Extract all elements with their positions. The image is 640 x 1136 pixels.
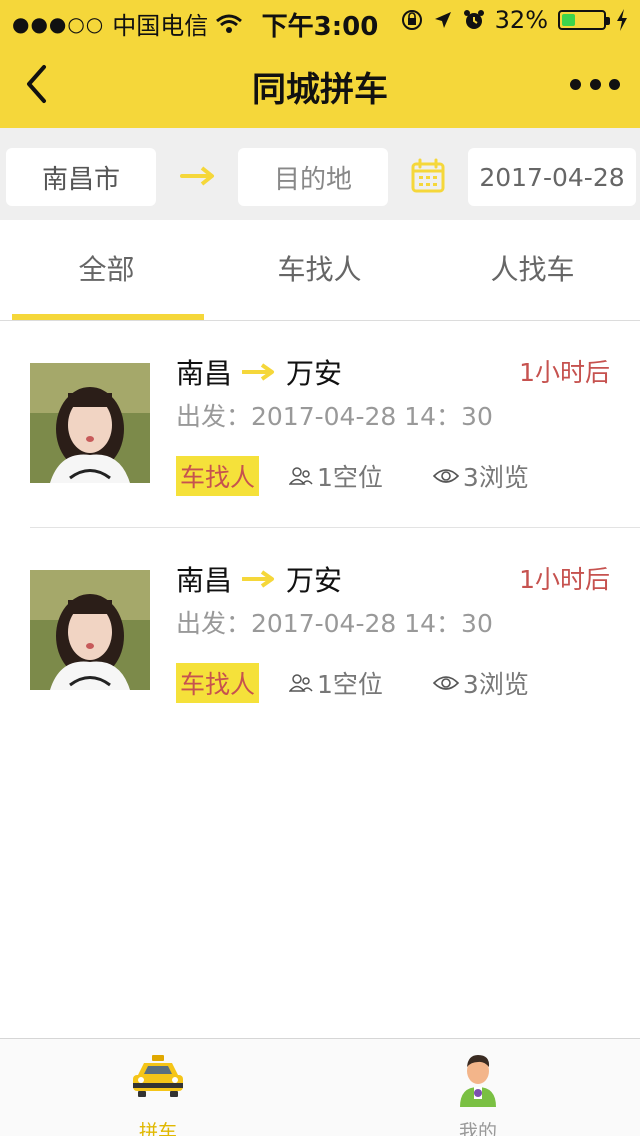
header: ●●●○○ 中国电信 下午3:00 32% 同城拼车 xyxy=(0,0,640,128)
relative-time: 1小时后 xyxy=(519,565,610,594)
bottom-tab-mine[interactable]: 我的 xyxy=(418,1049,538,1136)
list-item[interactable]: 南昌 万安 出发：2017-04-28 14：30 车找人 1空位 3浏览 1小… xyxy=(30,527,640,733)
route-destination: 万安 xyxy=(286,357,343,390)
orientation-lock-icon xyxy=(401,10,422,30)
route-destination: 万安 xyxy=(286,564,343,597)
location-arrow-icon xyxy=(434,12,451,28)
origin-city-selector[interactable]: 南昌市 xyxy=(6,148,156,206)
alarm-clock-icon xyxy=(463,10,484,29)
charging-bolt-icon xyxy=(617,9,627,31)
filter-bar: 南昌市 目的地 2017-04-28 xyxy=(0,128,640,220)
calendar-icon[interactable] xyxy=(410,158,446,194)
bottom-tab-label: 我的 xyxy=(458,1121,497,1136)
route-origin: 南昌 xyxy=(176,357,233,390)
list-item[interactable]: 南昌 万安 出发：2017-04-28 14：30 车找人 1空位 3浏览 1小… xyxy=(0,321,640,527)
eye-icon xyxy=(432,469,459,483)
route-origin: 南昌 xyxy=(176,564,233,597)
taxi-icon xyxy=(133,1055,183,1097)
tab-passenger-seeking-car[interactable]: 人找车 xyxy=(426,248,639,288)
tab-car-seeking-passenger[interactable]: 车找人 xyxy=(213,248,426,288)
category-tabs: 全部 车找人 人找车 xyxy=(0,220,640,321)
view-count: 3浏览 xyxy=(462,670,529,699)
avatar-photo xyxy=(30,570,150,690)
arrow-right-icon xyxy=(180,166,214,186)
eye-icon xyxy=(432,676,459,690)
nav-bar: 同城拼车 xyxy=(0,40,640,128)
bottom-tab-carpool[interactable]: 拼车 xyxy=(98,1049,218,1136)
avatar-photo xyxy=(30,363,150,483)
seat-count: 1空位 xyxy=(317,670,383,699)
battery-icon xyxy=(558,10,610,30)
bottom-tab-label: 拼车 xyxy=(138,1121,177,1136)
arrow-right-icon xyxy=(242,570,275,588)
people-icon xyxy=(289,674,313,692)
user-avatar-icon xyxy=(460,1055,496,1107)
ride-listing: 南昌 万安 出发：2017-04-28 14：30 车找人 1空位 3浏览 1小… xyxy=(0,321,640,733)
ride-type-tag: 车找人 xyxy=(176,456,260,496)
battery-percent: 32% xyxy=(494,6,548,34)
date-selector[interactable]: 2017-04-28 xyxy=(468,148,636,206)
departure-time: 出发：2017-04-28 14：30 xyxy=(176,609,493,638)
destination-input[interactable]: 目的地 xyxy=(238,148,388,206)
seat-count: 1空位 xyxy=(317,463,383,492)
tab-all[interactable]: 全部 xyxy=(0,248,213,288)
view-count: 3浏览 xyxy=(462,463,529,492)
more-dot xyxy=(609,78,620,90)
relative-time: 1小时后 xyxy=(519,358,610,387)
arrow-right-icon xyxy=(242,363,275,381)
people-icon xyxy=(289,467,313,485)
more-menu-button[interactable] xyxy=(570,66,620,102)
battery-fill xyxy=(562,14,575,26)
ride-type-tag: 车找人 xyxy=(176,663,260,703)
status-bar: ●●●○○ 中国电信 下午3:00 32% xyxy=(0,0,640,42)
departure-time: 出发：2017-04-28 14：30 xyxy=(176,402,493,431)
page-title: 同城拼车 xyxy=(252,70,388,110)
avatar xyxy=(30,570,150,690)
avatar xyxy=(30,363,150,483)
bottom-tab-bar: 拼车 我的 xyxy=(0,1038,640,1136)
more-dot xyxy=(589,78,601,90)
more-dot xyxy=(570,78,581,90)
active-tab-indicator xyxy=(12,314,204,320)
